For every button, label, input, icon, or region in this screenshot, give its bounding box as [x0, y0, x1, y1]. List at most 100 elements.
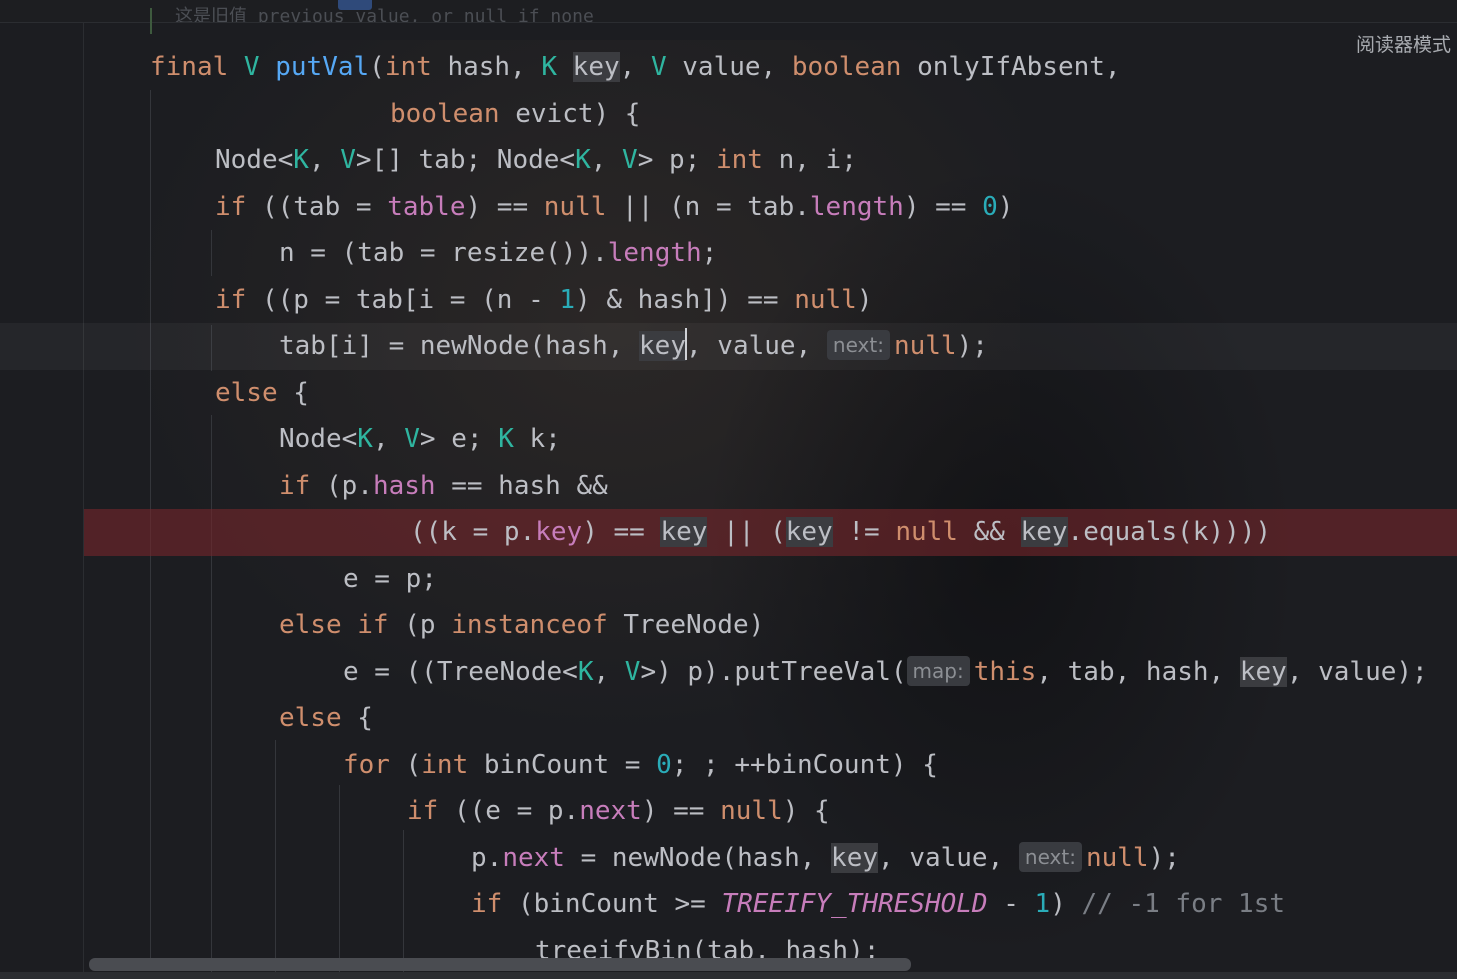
code-token: || ( — [707, 517, 786, 547]
code-line-text: else { — [215, 370, 309, 417]
code-token: null — [794, 284, 857, 315]
code-token: ) — [997, 191, 1014, 222]
code-line-text: ((k = p.key) == key || (key != null && k… — [410, 509, 1271, 556]
code-token: Node< — [215, 145, 294, 175]
code-line[interactable]: if ((p = tab[i = (n - 1) & hash]) == nul… — [0, 277, 1457, 324]
code-token: ((p = tab[i = (n - — [261, 284, 560, 315]
code-token: K — [293, 145, 309, 175]
code-token: TREEIFY_THRESHOLD — [721, 889, 988, 919]
code-line[interactable]: if ((tab = table) == null || (n = tab.le… — [0, 184, 1457, 231]
code-token: ( — [405, 749, 422, 780]
code-line-text: e = p; — [343, 556, 437, 603]
code-token: ) == — [465, 191, 544, 222]
code-line[interactable]: for (int binCount = 0; ; ++binCount) { — [0, 742, 1457, 789]
code-line[interactable]: else { — [0, 695, 1457, 742]
code-line[interactable]: if (binCount >= TREEIFY_THRESHOLD - 1) /… — [0, 881, 1457, 928]
code-token: next — [502, 842, 565, 873]
code-token: , — [593, 656, 625, 687]
code-token: next — [579, 796, 642, 826]
parameter-hint: next: — [826, 330, 890, 360]
change-marker — [150, 8, 152, 34]
code-token: boolean — [390, 98, 516, 129]
code-token: else if — [279, 610, 405, 640]
code-token: ((e = p. — [453, 796, 580, 826]
code-line[interactable]: n = (tab = resize()).length; — [0, 230, 1457, 277]
code-token: binCount = — [483, 749, 657, 780]
code-token: n, i; — [778, 145, 857, 175]
horizontal-scrollbar[interactable] — [89, 958, 911, 971]
code-token: ); — [1148, 842, 1180, 873]
code-token: V — [624, 656, 641, 687]
code-token: V — [650, 52, 683, 82]
code-token: K — [577, 656, 594, 687]
code-token: , — [619, 52, 651, 82]
code-token: null — [543, 191, 607, 222]
code-line-current[interactable]: tab[i] = newNode(hash, key, value, next:… — [0, 323, 1457, 370]
code-token: ) == — [903, 191, 983, 222]
code-line[interactable]: if (p.hash == hash && — [0, 463, 1457, 510]
code-token: 1 — [559, 284, 576, 315]
code-line[interactable]: p.next = newNode(hash, key, value, next:… — [0, 835, 1457, 882]
code-token: value, — [682, 52, 792, 82]
code-token: { — [357, 703, 373, 733]
code-line[interactable]: Node<K, V>[] tab; Node<K, V> p; int n, i… — [0, 137, 1457, 184]
code-line[interactable]: e = p; — [0, 556, 1457, 603]
highlighted-identifier: key — [785, 517, 833, 547]
code-token: ); — [956, 331, 988, 361]
code-line-text: boolean evict) { — [390, 91, 640, 138]
code-line[interactable]: final V putVal(int hash, K key, V value,… — [0, 44, 1457, 91]
code-token: null — [895, 517, 958, 547]
code-line[interactable]: Node<K, V> e; K k; — [0, 416, 1457, 463]
code-token: boolean — [791, 52, 918, 82]
code-token: , — [308, 145, 341, 175]
code-token: ) & hash]) == — [575, 284, 795, 315]
code-token: == hash && — [435, 470, 608, 501]
code-token: if — [471, 889, 518, 919]
code-token: >[] tab; Node< — [355, 145, 576, 175]
code-token: k; — [529, 424, 561, 454]
code-token: e = p; — [343, 563, 437, 594]
code-line-text: tab[i] = newNode(hash, key, value, next:… — [279, 323, 988, 370]
code-token: evict) { — [515, 98, 641, 129]
code-line-text: Node<K, V>[] tab; Node<K, V> p; int n, i… — [215, 137, 857, 184]
code-token: ) — [1255, 517, 1272, 547]
partial-doc-comment-line: 这是旧值 previous value, or null if none — [0, 0, 1457, 23]
code-token: K — [498, 424, 530, 454]
code-line-breakpoint[interactable]: ((k = p.key) == key || (key != null && k… — [84, 509, 1457, 556]
code-token: null — [720, 796, 783, 826]
code-line[interactable]: e = ((TreeNode<K, V>) p).putTreeVal(map:… — [0, 649, 1457, 696]
code-token: ; — [701, 238, 718, 268]
code-token: (binCount >= — [517, 889, 722, 919]
code-token: length — [809, 191, 904, 222]
code-line-text: final V putVal(int hash, K key, V value,… — [150, 44, 1121, 91]
code-token: ) — [856, 284, 873, 315]
code-token: if — [407, 796, 454, 826]
code-token: , value, — [686, 331, 827, 361]
code-token: null — [1085, 842, 1149, 873]
code-line-text: e = ((TreeNode<K, V>) p).putTreeVal(map:… — [343, 649, 1428, 696]
code-token: , value, — [878, 842, 1019, 873]
code-line[interactable]: else if (p instanceof TreeNode) — [0, 602, 1457, 649]
code-line[interactable]: if ((e = p.next) == null) { — [0, 788, 1457, 835]
code-token: != — [832, 517, 896, 547]
code-editor[interactable]: final V putVal(int hash, K key, V value,… — [0, 44, 1457, 974]
code-line-text: Node<K, V> e; K k; — [279, 416, 561, 463]
code-token: onlyIfAbsent, — [917, 52, 1121, 82]
code-line[interactable]: else { — [0, 370, 1457, 417]
code-token: n = (tab = resize()). — [279, 238, 608, 268]
code-line[interactable]: boolean evict) { — [0, 91, 1457, 138]
code-token: else — [279, 703, 358, 733]
code-token: hash, — [447, 52, 542, 82]
highlighted-identifier: key — [639, 331, 686, 361]
code-token: length — [607, 238, 702, 268]
parameter-hint: next: — [1018, 841, 1082, 872]
code-token: for — [343, 749, 406, 780]
code-line-text: if (binCount >= TREEIFY_THRESHOLD - 1) /… — [471, 881, 1285, 928]
code-token: K — [357, 424, 373, 454]
code-token: final — [150, 52, 244, 82]
code-token: , value); — [1286, 656, 1428, 687]
code-token: hash — [372, 470, 436, 501]
code-token: TreeNode) — [623, 610, 765, 640]
code-token: >) p).putTreeVal( — [640, 656, 907, 687]
code-token: > p; — [637, 145, 716, 175]
